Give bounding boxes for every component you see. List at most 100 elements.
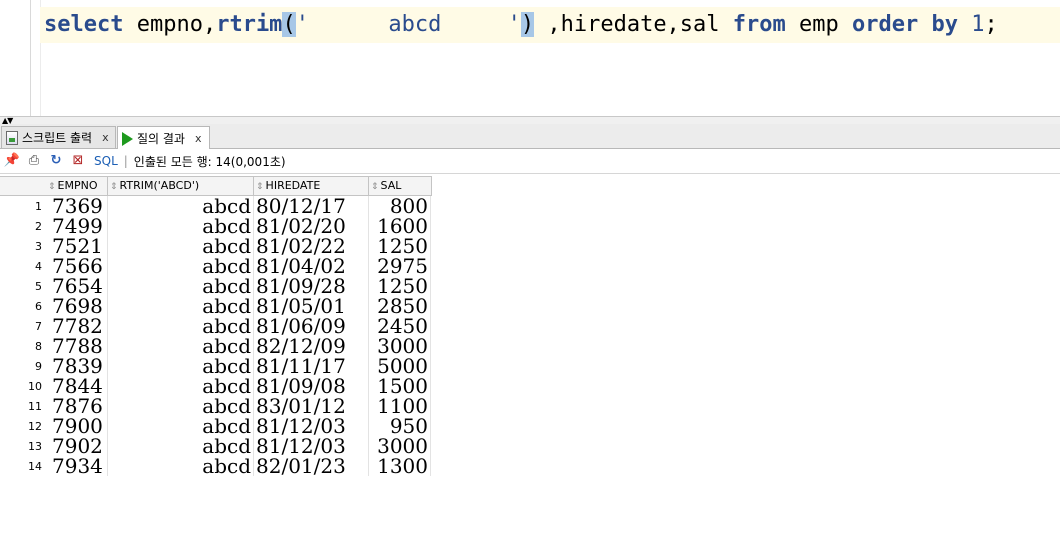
cell-sal[interactable]: 1100 [369,396,431,416]
row-number[interactable]: 12 [0,416,46,436]
cell-hiredate[interactable]: 81/12/03 [254,416,369,436]
table-row[interactable]: 14 7934 abcd 82/01/23 1300 [0,456,432,476]
row-number[interactable]: 7 [0,316,46,336]
cell-empno[interactable]: 7934 [50,456,108,476]
cell-empno[interactable]: 7900 [50,416,108,436]
column-header-rtrim[interactable]: ⇕ RTRIM('ABCD') [108,177,254,195]
cell-sal[interactable]: 950 [369,416,431,436]
row-number[interactable]: 4 [0,256,46,276]
table-row[interactable]: 2 7499 abcd 81/02/20 1600 [0,216,432,236]
cell-rtrim[interactable]: abcd [108,236,254,256]
cell-rtrim[interactable]: abcd [108,416,254,436]
row-number[interactable]: 14 [0,456,46,476]
cell-sal[interactable]: 2450 [369,316,431,336]
cell-sal[interactable]: 1250 [369,236,431,256]
print-icon[interactable]: ⎙ [26,153,42,169]
table-row[interactable]: 5 7654 abcd 81/09/28 1250 [0,276,432,296]
cell-hiredate[interactable]: 81/09/28 [254,276,369,296]
cell-empno[interactable]: 7521 [50,236,108,256]
row-number[interactable]: 5 [0,276,46,296]
cell-rtrim[interactable]: abcd [108,276,254,296]
cell-rtrim[interactable]: abcd [108,376,254,396]
cell-hiredate[interactable]: 81/05/01 [254,296,369,316]
column-header-empno[interactable]: ⇕ EMPNO [46,177,108,195]
cell-sal[interactable]: 5000 [369,356,431,376]
table-row[interactable]: 9 7839 abcd 81/11/17 5000 [0,356,432,376]
cell-hiredate[interactable]: 81/09/08 [254,376,369,396]
row-number[interactable]: 2 [0,216,46,236]
tab-query-result-close-icon[interactable]: x [195,129,202,149]
cell-sal[interactable]: 800 [369,196,431,216]
cell-rtrim[interactable]: abcd [108,316,254,336]
cell-rtrim[interactable]: abcd [108,196,254,216]
column-header-sal[interactable]: ⇕ SAL [369,177,432,195]
refresh-icon[interactable]: ↻ [48,153,64,169]
cell-sal[interactable]: 1300 [369,456,431,476]
tab-script-output[interactable]: 스크립트 출력 x [1,126,116,148]
tab-query-result[interactable]: 질의 결과 x [117,126,210,150]
cell-empno[interactable]: 7844 [50,376,108,396]
row-number[interactable]: 1 [0,196,46,216]
cell-rtrim[interactable]: abcd [108,216,254,236]
row-number[interactable]: 9 [0,356,46,376]
cell-empno[interactable]: 7499 [50,216,108,236]
row-number[interactable]: 10 [0,376,46,396]
cell-empno[interactable]: 7369 [50,196,108,216]
cell-empno[interactable]: 7876 [50,396,108,416]
cell-hiredate[interactable]: 81/02/22 [254,236,369,256]
table-row[interactable]: 7 7782 abcd 81/06/09 2450 [0,316,432,336]
tab-script-output-close-icon[interactable]: x [102,128,109,148]
sql-editor[interactable]: select empno,rtrim(' abcd ') ,hiredate,s… [0,0,1060,116]
table-row[interactable]: 1 7369 abcd 80/12/17 800 [0,196,432,216]
cell-hiredate[interactable]: 81/04/02 [254,256,369,276]
sql-button[interactable]: SQL [94,154,118,168]
table-row[interactable]: 11 7876 abcd 83/01/12 1100 [0,396,432,416]
export-icon[interactable]: ⊠ [70,153,86,169]
row-number[interactable]: 8 [0,336,46,356]
cell-rtrim[interactable]: abcd [108,296,254,316]
row-number[interactable]: 13 [0,436,46,456]
pin-icon[interactable]: 📌 [4,153,20,169]
pane-splitter[interactable]: ▲▼ [0,116,1060,125]
cell-rtrim[interactable]: abcd [108,336,254,356]
row-number[interactable]: 11 [0,396,46,416]
cell-empno[interactable]: 7788 [50,336,108,356]
cell-sal[interactable]: 1250 [369,276,431,296]
cell-rtrim[interactable]: abcd [108,436,254,456]
cell-empno[interactable]: 7566 [50,256,108,276]
cell-hiredate[interactable]: 80/12/17 [254,196,369,216]
cell-empno[interactable]: 7839 [50,356,108,376]
cell-hiredate[interactable]: 81/02/20 [254,216,369,236]
cell-sal[interactable]: 3000 [369,336,431,356]
cell-sal[interactable]: 1500 [369,376,431,396]
column-header-hiredate[interactable]: ⇕ HIREDATE [254,177,369,195]
cell-hiredate[interactable]: 81/12/03 [254,436,369,456]
cell-hiredate[interactable]: 82/01/23 [254,456,369,476]
cell-rtrim[interactable]: abcd [108,456,254,476]
table-row[interactable]: 12 7900 abcd 81/12/03 950 [0,416,432,436]
cell-empno[interactable]: 7902 [50,436,108,456]
cell-empno[interactable]: 7782 [50,316,108,336]
cell-rtrim[interactable]: abcd [108,396,254,416]
row-number[interactable]: 6 [0,296,46,316]
cell-rtrim[interactable]: abcd [108,356,254,376]
table-row[interactable]: 10 7844 abcd 81/09/08 1500 [0,376,432,396]
cell-empno[interactable]: 7654 [50,276,108,296]
table-row[interactable]: 3 7521 abcd 81/02/22 1250 [0,236,432,256]
cell-hiredate[interactable]: 81/11/17 [254,356,369,376]
cell-sal[interactable]: 1600 [369,216,431,236]
cell-sal[interactable]: 3000 [369,436,431,456]
row-number[interactable]: 3 [0,236,46,256]
table-row[interactable]: 6 7698 abcd 81/05/01 2850 [0,296,432,316]
cell-hiredate[interactable]: 82/12/09 [254,336,369,356]
table-row[interactable]: 8 7788 abcd 82/12/09 3000 [0,336,432,356]
cell-rtrim[interactable]: abcd [108,256,254,276]
cell-hiredate[interactable]: 83/01/12 [254,396,369,416]
cell-sal[interactable]: 2850 [369,296,431,316]
cell-hiredate[interactable]: 81/06/09 [254,316,369,336]
cell-sal[interactable]: 2975 [369,256,431,276]
table-row[interactable]: 13 7902 abcd 81/12/03 3000 [0,436,432,456]
sql-statement-line[interactable]: select empno,rtrim(' abcd ') ,hiredate,s… [40,7,1060,43]
table-row[interactable]: 4 7566 abcd 81/04/02 2975 [0,256,432,276]
cell-empno[interactable]: 7698 [50,296,108,316]
